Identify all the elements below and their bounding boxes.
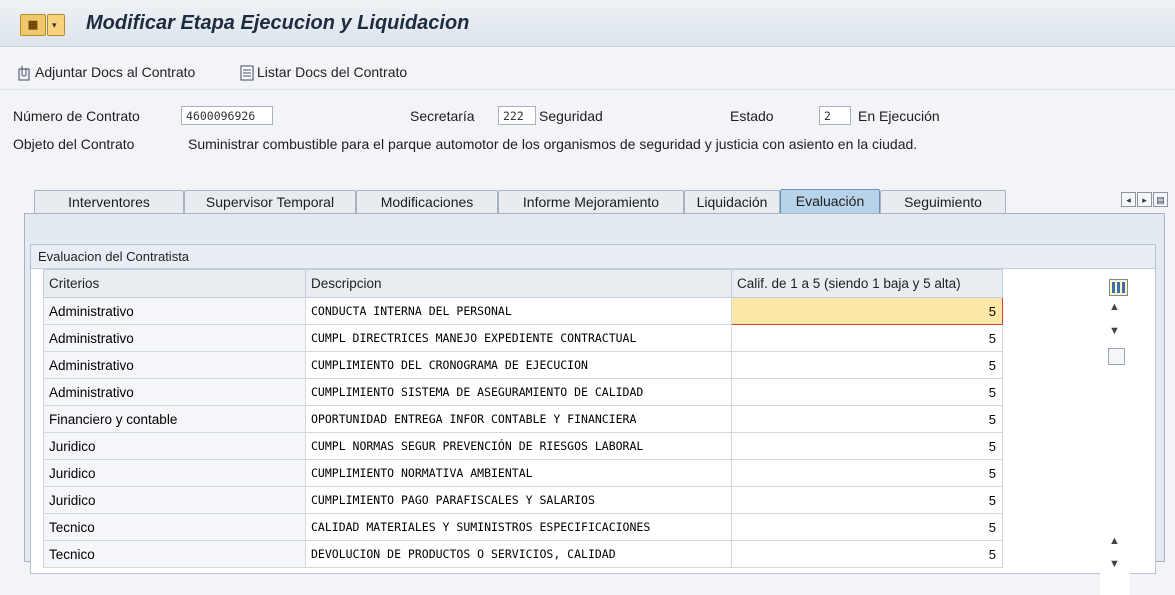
table-header-row: Criterios Descripcion Calif. de 1 a 5 (s… [43, 269, 1003, 298]
list-docs-label: Listar Docs del Contrato [257, 64, 408, 80]
descripcion-cell: CUMPL NORMAS SEGUR PREVENCIÓN DE RIESGOS… [305, 432, 732, 460]
sap-menu-icon[interactable]: ▦ [20, 14, 46, 36]
evaluation-groupbox: Evaluacion del Contratista Criterios Des… [30, 244, 1156, 595]
tab-interventores[interactable]: Interventores [34, 190, 184, 213]
application-toolbar: Adjuntar Docs al Contrato Listar Docs de… [0, 55, 1175, 90]
calificacion-input[interactable]: 5 [731, 540, 1003, 568]
scroll-up-icon[interactable]: ▲ [1109, 301, 1120, 313]
table-row[interactable]: Financiero y contable OPORTUNIDAD ENTREGA… [43, 405, 1003, 433]
objeto-value: Suministrar combustible para el parque a… [188, 136, 918, 152]
descripcion-cell: CONDUCTA INTERNA DEL PERSONAL [305, 297, 732, 325]
vertical-scrollbar[interactable] [1100, 295, 1130, 595]
tab-strip: Interventores Supervisor Temporal Modifi… [24, 189, 1168, 214]
criterio-cell: Tecnico [43, 540, 306, 568]
descripcion-cell: CUMPL DIRECTRICES MANEJO EXPEDIENTE CONT… [305, 324, 732, 352]
chevron-down-icon: ▾ [52, 20, 57, 30]
criterio-cell: Administrativo [43, 351, 306, 379]
tab-scroll-right-icon[interactable]: ▸ [1137, 192, 1152, 207]
scroll-down-icon[interactable]: ▼ [1109, 325, 1120, 337]
table-row[interactable]: Tecnico CALIDAD MATERIALES Y SUMINISTROS … [43, 513, 1003, 541]
calificacion-input[interactable]: 5 [731, 405, 1003, 433]
evaluation-table: Criterios Descripcion Calif. de 1 a 5 (s… [43, 269, 1003, 568]
scroll-down-icon[interactable]: ▼ [1109, 558, 1120, 570]
table-row[interactable]: Administrativo CUMPLIMIENTO DEL CRONOGRAM… [43, 351, 1003, 379]
list-icon [240, 65, 254, 81]
objeto-label: Objeto del Contrato [13, 136, 135, 152]
tab-seguimiento[interactable]: Seguimiento [880, 190, 1006, 213]
criterio-cell: Administrativo [43, 297, 306, 325]
column-header-calificacion[interactable]: Calif. de 1 a 5 (siendo 1 baja y 5 alta) [731, 269, 1003, 298]
secretaria-label: Secretaría [410, 108, 475, 124]
secretaria-name: Seguridad [539, 108, 603, 124]
column-header-descripcion[interactable]: Descripcion [305, 269, 732, 298]
calificacion-input[interactable]: 5 [731, 513, 1003, 541]
list-docs-button[interactable]: Listar Docs del Contrato [240, 61, 407, 83]
criterio-cell: Financiero y contable [43, 405, 306, 433]
table-row[interactable]: Juridico CUMPLIMIENTO PAGO PARAFISCALES Y… [43, 486, 1003, 514]
tab-liquidacion[interactable]: Liquidación [684, 190, 780, 213]
calificacion-input[interactable]: 5 [731, 378, 1003, 406]
page-title: Modificar Etapa Ejecucion y Liquidacion [86, 12, 470, 34]
criterio-cell: Administrativo [43, 324, 306, 352]
estado-label: Estado [730, 108, 774, 124]
descripcion-cell: CUMPLIMIENTO NORMATIVA AMBIENTAL [305, 459, 732, 487]
estado-code-field[interactable]: 2 [819, 106, 851, 125]
descripcion-cell: CUMPLIMIENTO DEL CRONOGRAMA DE EJECUCION [305, 351, 732, 379]
contract-number-field[interactable]: 4600096926 [181, 106, 273, 125]
contract-number-label: Número de Contrato [13, 108, 140, 124]
criterio-cell: Juridico [43, 432, 306, 460]
evaluation-panel: Evaluacion del Contratista Criterios Des… [24, 213, 1165, 595]
scroll-up-icon[interactable]: ▲ [1109, 535, 1120, 547]
column-header-criterios[interactable]: Criterios [43, 269, 306, 298]
tab-supervisor-temporal[interactable]: Supervisor Temporal [184, 190, 356, 213]
tab-modificaciones[interactable]: Modificaciones [356, 190, 498, 213]
descripcion-cell: DEVOLUCION DE PRODUCTOS O SERVICIOS, CAL… [305, 540, 732, 568]
table-row[interactable]: Juridico CUMPLIMIENTO NORMATIVA AMBIENTAL… [43, 459, 1003, 487]
evaluation-group-title: Evaluacion del Contratista [31, 245, 1155, 269]
attach-docs-label: Adjuntar Docs al Contrato [35, 64, 196, 80]
calificacion-input[interactable]: 5 [731, 459, 1003, 487]
criterio-cell: Juridico [43, 459, 306, 487]
criterio-cell: Administrativo [43, 378, 306, 406]
calificacion-input[interactable]: 5 [731, 324, 1003, 352]
calificacion-input[interactable]: 5 [731, 486, 1003, 514]
tab-list-icon[interactable]: ▤ [1153, 192, 1168, 207]
tab-informe-mejoramiento[interactable]: Informe Mejoramiento [498, 190, 684, 213]
secretaria-code-field[interactable]: 222 [498, 106, 536, 125]
table-row[interactable]: Administrativo CUMPL DIRECTRICES MANEJO E… [43, 324, 1003, 352]
criterio-cell: Juridico [43, 486, 306, 514]
menu-dropdown-button[interactable]: ▾ [47, 14, 65, 36]
table-row[interactable]: Juridico CUMPL NORMAS SEGUR PREVENCIÓN DE… [43, 432, 1003, 460]
table-row[interactable]: Administrativo CUMPLIMIENTO SISTEMA DE AS… [43, 378, 1003, 406]
descripcion-cell: CALIDAD MATERIALES Y SUMINISTROS ESPECIF… [305, 513, 732, 541]
tab-evaluacion[interactable]: Evaluación [780, 189, 880, 214]
calificacion-input[interactable]: 5 [731, 351, 1003, 379]
attach-icon [18, 66, 30, 81]
descripcion-cell: OPORTUNIDAD ENTREGA INFOR CONTABLE Y FIN… [305, 405, 732, 433]
tab-scroll-left-icon[interactable]: ◂ [1121, 192, 1136, 207]
descripcion-cell: CUMPLIMIENTO PAGO PARAFISCALES Y SALARIO… [305, 486, 732, 514]
table-row[interactable]: Administrativo CONDUCTA INTERNA DEL PERSO… [43, 297, 1003, 325]
scroll-thumb[interactable] [1108, 348, 1125, 365]
column-config-icon[interactable] [1109, 279, 1128, 296]
table-row[interactable]: Tecnico DEVOLUCION DE PRODUCTOS O SERVICI… [43, 540, 1003, 568]
criterio-cell: Tecnico [43, 513, 306, 541]
descripcion-cell: CUMPLIMIENTO SISTEMA DE ASEGURAMIENTO DE… [305, 378, 732, 406]
calificacion-input[interactable]: 5 [731, 432, 1003, 460]
calificacion-input[interactable]: 5 [731, 297, 1003, 325]
title-bar: ▦ ▾ Modificar Etapa Ejecucion y Liquidac… [0, 0, 1175, 47]
attach-docs-button[interactable]: Adjuntar Docs al Contrato [18, 61, 195, 83]
estado-name: En Ejecución [858, 108, 940, 124]
